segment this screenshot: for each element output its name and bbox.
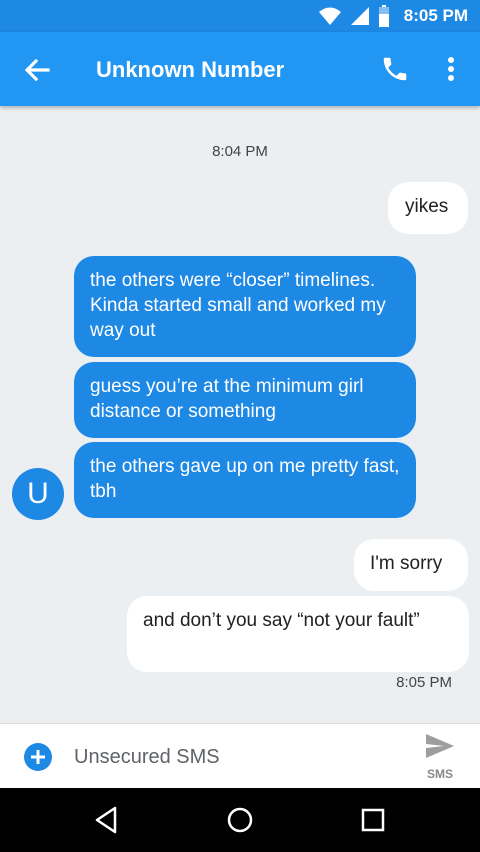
home-nav-icon[interactable]	[224, 804, 256, 836]
send-button[interactable]: SMS	[418, 732, 462, 784]
message-bubble-incoming[interactable]: the others gave up on me pretty fast, tb…	[74, 442, 416, 518]
message-input[interactable]	[74, 742, 394, 772]
message-bubble-incoming[interactable]: the others were “closer” timelines. Kind…	[74, 256, 416, 357]
back-nav-icon[interactable]	[90, 804, 122, 836]
more-options-icon[interactable]	[438, 54, 464, 84]
cell-signal-icon	[350, 7, 369, 25]
message-timestamp: 8:05 PM	[396, 674, 452, 691]
status-time: 8:05 PM	[403, 6, 468, 25]
conversation-title: Unknown Number	[96, 57, 285, 82]
add-attachment-icon[interactable]	[24, 743, 52, 771]
contact-avatar[interactable]: U	[12, 468, 64, 520]
message-timestamp: 8:04 PM	[212, 143, 268, 160]
status-bar: 8:05 PM	[0, 0, 480, 32]
message-bubble-outgoing[interactable]: yikes	[388, 182, 468, 234]
status-icons: 8:05 PM	[318, 0, 468, 32]
phone-icon[interactable]	[380, 54, 410, 84]
send-label: SMS	[426, 767, 453, 781]
battery-icon	[378, 5, 389, 27]
message-bubble-outgoing[interactable]: and don’t you say “not your fault”	[127, 596, 469, 672]
back-arrow-icon[interactable]	[22, 55, 52, 85]
navigation-bar	[0, 788, 480, 852]
wifi-icon	[318, 7, 341, 25]
compose-bar: SMS	[0, 723, 480, 788]
recents-nav-icon[interactable]	[357, 804, 389, 836]
message-bubble-incoming[interactable]: guess you’re at the minimum girl distanc…	[74, 362, 416, 438]
app-bar: Unknown Number	[0, 32, 480, 106]
send-icon	[426, 734, 454, 758]
conversation-thread[interactable]: 8:04 PM yikes the others were “closer” t…	[0, 106, 480, 723]
message-bubble-outgoing[interactable]: I'm sorry	[354, 539, 468, 591]
